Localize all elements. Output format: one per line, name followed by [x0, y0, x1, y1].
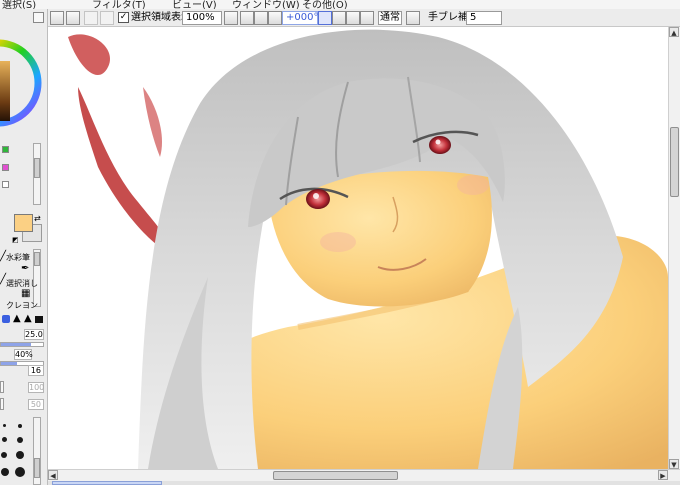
palette-scrollbar[interactable] [33, 143, 41, 205]
horizontal-scroll-thumb[interactable] [273, 471, 398, 480]
brush-preset-6[interactable] [16, 451, 24, 459]
brush-preset-5[interactable] [1, 452, 7, 458]
brush-shape-hard-icon[interactable] [35, 316, 43, 323]
select-all-button[interactable] [50, 11, 64, 25]
menu-select[interactable]: 選択(S) [2, 0, 36, 9]
brush-preset-scrollbar[interactable] [33, 417, 41, 485]
scroll-left-icon[interactable]: ◀ [48, 470, 58, 480]
crayon-texture-icon[interactable]: ▦ [21, 289, 30, 299]
panel-close-button[interactable] [33, 12, 44, 23]
zoom-dropdown-button[interactable] [224, 11, 238, 25]
deselect-button[interactable] [66, 11, 80, 25]
zoom-in-button[interactable] [254, 11, 268, 25]
swap-colors-icon[interactable]: ⇄ [34, 214, 41, 224]
menu-window[interactable]: ウィンドウ(W) [232, 0, 300, 9]
brush-shape-medium-icon[interactable]: ▲ [24, 314, 32, 324]
size-field[interactable]: 25.0 [24, 329, 44, 340]
crop-button[interactable] [100, 11, 114, 25]
pen-icon[interactable]: ✒ [21, 264, 29, 274]
opacity-field[interactable]: 40% [14, 349, 33, 360]
zoom-field[interactable]: 100% [182, 11, 222, 25]
brush-shape-selected[interactable] [2, 315, 10, 323]
rotate-right-button[interactable] [346, 11, 360, 25]
rotate-left-button[interactable] [332, 11, 346, 25]
rotation-dropdown-button[interactable] [318, 11, 332, 25]
tool-list-scrollbar[interactable] [33, 249, 41, 307]
status-bar [48, 481, 680, 485]
show-selection-checkbox[interactable]: ✓ [118, 12, 129, 23]
menu-view[interactable]: ビュー(V) [172, 0, 217, 9]
canvas-vertical-scrollbar[interactable]: ▲ ▼ [668, 27, 680, 469]
rotation-field[interactable]: +000° [282, 11, 318, 25]
tool-watercolor[interactable]: 水彩筆 [6, 253, 30, 262]
brush-preset-2[interactable] [18, 424, 22, 428]
stabilizer-select[interactable]: 5 [466, 11, 502, 25]
canvas-viewport[interactable] [48, 27, 668, 469]
tool-crayon[interactable]: クレヨン [6, 301, 38, 310]
swatch-white[interactable] [2, 181, 9, 188]
saturation-value-square[interactable] [0, 61, 10, 121]
toolbar: ✓ 選択領域表示 100% +000° 通常 手ブレ補正 5 [48, 9, 680, 27]
menu-bar: 選択(S) フィルタ(T) ビュー(V) ウィンドウ(W) その他(O) [0, 0, 680, 9]
zoom-out-button[interactable] [240, 11, 254, 25]
scroll-right-icon[interactable]: ▶ [658, 470, 668, 480]
blend-mode-field[interactable]: 通常 [378, 11, 402, 25]
foreground-color-chip[interactable] [14, 214, 33, 232]
min-size-field[interactable]: 16 [28, 365, 44, 376]
canvas-horizontal-scrollbar[interactable]: ◀ ▶ [48, 469, 680, 481]
swatch-magenta[interactable] [2, 164, 9, 171]
flip-horizontal-button[interactable] [406, 11, 420, 25]
menu-filter[interactable]: フィルタ(T) [92, 0, 146, 9]
brush-preset-7[interactable] [1, 468, 9, 476]
vertical-scroll-thumb[interactable] [670, 127, 679, 197]
param-b-checkbox[interactable] [0, 398, 4, 410]
paint-tool-window: 選択(S) フィルタ(T) ビュー(V) ウィンドウ(W) その他(O) ✓ 選… [0, 0, 680, 485]
brush-preset-3[interactable] [2, 437, 7, 442]
menu-other[interactable]: その他(O) [302, 0, 348, 9]
brush-shape-soft-icon[interactable]: ▲ [13, 314, 21, 324]
brush-preset-8[interactable] [15, 467, 25, 477]
canvas-artwork [68, 29, 668, 469]
brush-preset-1[interactable] [3, 424, 6, 427]
size-slider[interactable] [0, 342, 44, 347]
left-tool-panel: ⇄ ◩ ╱ 水彩筆 ✒ ╱ 選択消し ▦ クレヨン ▲ ▲ 25.0 40% 1… [0, 9, 48, 485]
swatch-green[interactable] [2, 146, 9, 153]
tool-select-erase[interactable]: 選択消し [6, 279, 38, 288]
param-a-field[interactable]: 100 [28, 382, 44, 393]
brush-preset-4[interactable] [17, 437, 23, 443]
document-tab[interactable] [52, 481, 162, 485]
scroll-down-icon[interactable]: ▼ [669, 459, 679, 469]
param-b-field[interactable]: 50 [28, 399, 44, 410]
zoom-reset-button[interactable] [268, 11, 282, 25]
param-a-checkbox[interactable] [0, 381, 4, 393]
invert-selection-button[interactable] [84, 11, 98, 25]
scroll-up-icon[interactable]: ▲ [669, 27, 679, 37]
rotate-reset-button[interactable] [360, 11, 374, 25]
reset-colors-icon[interactable]: ◩ [12, 235, 19, 245]
